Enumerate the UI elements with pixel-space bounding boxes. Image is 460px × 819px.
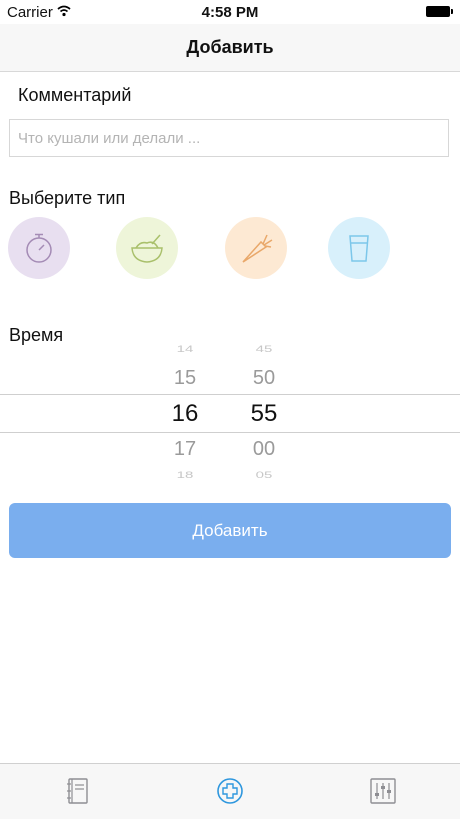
- minute-option[interactable]: 00: [234, 438, 294, 461]
- type-button-drink[interactable]: [328, 217, 390, 279]
- picker-top-divider: [0, 394, 460, 395]
- status-bar: Carrier 4:58 PM: [0, 0, 460, 24]
- stopwatch-icon: [26, 233, 52, 263]
- picker-bottom-divider: [0, 432, 460, 433]
- battery-icon: [426, 6, 453, 17]
- bowl-icon: [131, 234, 163, 263]
- type-button-activity[interactable]: [8, 217, 70, 279]
- hour-option[interactable]: 18: [155, 470, 215, 480]
- carrot-icon: [242, 234, 273, 263]
- add-button[interactable]: Добавить: [9, 503, 451, 558]
- glass-icon: [349, 235, 369, 262]
- add-circle-icon: [217, 778, 243, 804]
- minute-option[interactable]: 45: [234, 344, 294, 354]
- type-button-meal[interactable]: [116, 217, 178, 279]
- comment-label: Комментарий: [18, 85, 132, 105]
- type-button-snack[interactable]: [225, 217, 287, 279]
- notebook-icon: [67, 778, 88, 804]
- tab-add[interactable]: [216, 777, 244, 805]
- settings-sliders-icon: [370, 778, 396, 804]
- tab-settings[interactable]: [369, 777, 397, 805]
- minute-selected[interactable]: 55: [234, 400, 294, 428]
- hour-selected[interactable]: 16: [155, 400, 215, 428]
- minute-option[interactable]: 05: [234, 470, 294, 480]
- minute-option[interactable]: 50: [234, 367, 294, 390]
- hour-option[interactable]: 17: [155, 438, 215, 461]
- tab-bar: [0, 763, 460, 819]
- comment-input[interactable]: [9, 119, 449, 157]
- hour-option[interactable]: 14: [155, 344, 215, 354]
- status-time: 4:58 PM: [201, 4, 259, 21]
- time-picker[interactable]: 14 15 16 17 18 45 50 55 00 05: [0, 343, 460, 485]
- navigation-bar: Добавить: [0, 24, 460, 72]
- hour-option[interactable]: 15: [155, 367, 215, 390]
- tab-diary[interactable]: [64, 777, 92, 805]
- page-title: Добавить: [186, 37, 274, 57]
- type-label: Выберите тип: [9, 188, 126, 208]
